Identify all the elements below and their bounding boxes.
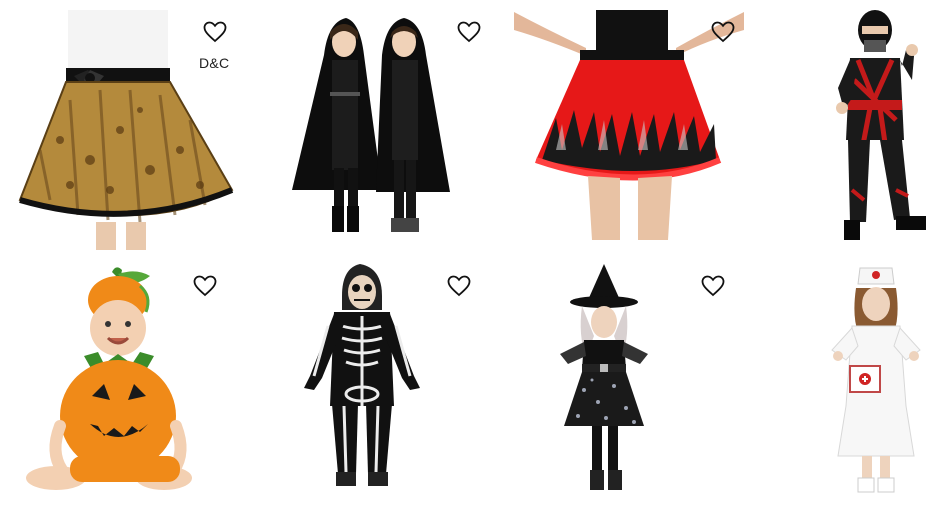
product-card-leopard-tutu[interactable]: D&C bbox=[0, 0, 250, 250]
product-card-hooded-cape[interactable] bbox=[254, 0, 504, 250]
product-card-baby-pumpkin[interactable] bbox=[0, 256, 250, 506]
red-ninja-image[interactable] bbox=[762, 0, 936, 250]
product-card-skeleton-jumpsuit[interactable] bbox=[254, 256, 504, 506]
favorite-heart-icon[interactable] bbox=[193, 275, 217, 297]
product-card-witch-dress[interactable] bbox=[508, 256, 758, 506]
product-card-red-flame-tutu[interactable] bbox=[508, 0, 758, 250]
favorite-heart-icon[interactable] bbox=[701, 275, 725, 297]
favorite-heart-icon[interactable] bbox=[203, 21, 227, 43]
product-card-red-ninja[interactable] bbox=[762, 0, 936, 250]
favorite-heart-icon[interactable] bbox=[457, 21, 481, 43]
favorite-heart-icon[interactable] bbox=[447, 275, 471, 297]
brand-label: D&C bbox=[199, 55, 230, 71]
product-card-nurse[interactable] bbox=[762, 256, 936, 506]
favorite-heart-icon[interactable] bbox=[711, 21, 735, 43]
nurse-image[interactable] bbox=[762, 256, 936, 506]
